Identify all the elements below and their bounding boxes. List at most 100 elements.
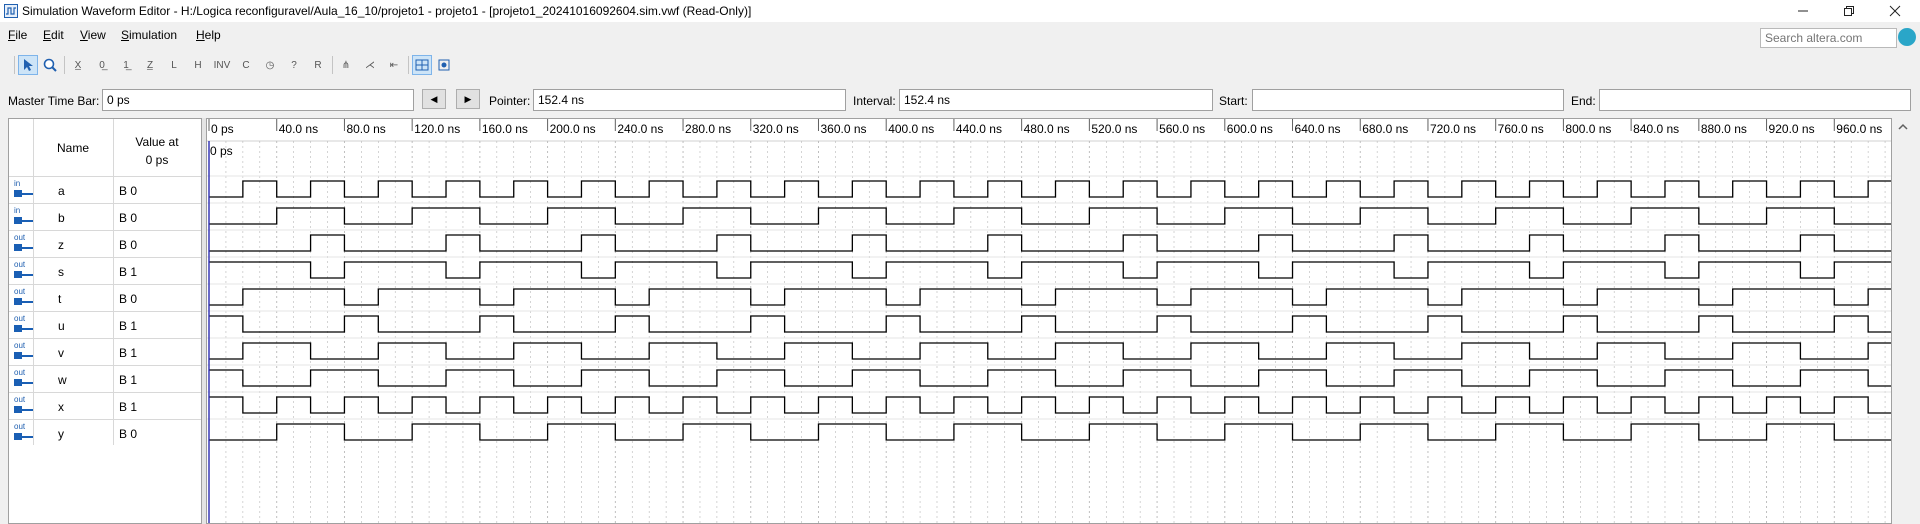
select-tool-icon[interactable] xyxy=(18,55,38,75)
signal-row-y[interactable]: out y B 0 xyxy=(9,419,201,447)
grid-icon[interactable] xyxy=(412,55,432,75)
close-button[interactable] xyxy=(1872,0,1918,22)
window-title: Simulation Waveform Editor - H:/Logica r… xyxy=(22,4,752,18)
expand-icon[interactable]: ⇤ xyxy=(384,55,404,75)
time-tick-label: 80.0 ns xyxy=(346,122,385,136)
time-tick-label: 160.0 ns xyxy=(482,122,528,136)
snap-to-grid-icon[interactable]: ⋔ xyxy=(336,55,356,75)
signal-row-s[interactable]: out s B 1 xyxy=(9,257,201,285)
start-field[interactable] xyxy=(1252,89,1564,111)
pin-direction-label: out xyxy=(14,287,26,296)
menu-file[interactable]: File xyxy=(8,28,27,42)
signal-row-b[interactable]: in b B 0 xyxy=(9,203,201,231)
force-weak-high-icon[interactable]: H xyxy=(188,55,208,75)
signal-row-x[interactable]: out x B 1 xyxy=(9,392,201,420)
signal-name: s xyxy=(58,265,64,279)
waveform-trace-a[interactable] xyxy=(209,180,1891,198)
force-weak-low-icon[interactable]: L xyxy=(164,55,184,75)
vertical-scrollbar[interactable] xyxy=(1894,118,1912,524)
time-tick-label: 480.0 ns xyxy=(1024,122,1070,136)
minimize-button[interactable] xyxy=(1780,0,1826,22)
output-pin-icon: out xyxy=(12,260,34,281)
time-tick-label: 400.0 ns xyxy=(888,122,934,136)
signal-name: w xyxy=(58,373,67,387)
pin-direction-label: out xyxy=(14,314,26,323)
scroll-up-icon[interactable] xyxy=(1894,118,1912,136)
signal-value: B 0 xyxy=(119,184,138,198)
signal-row-z[interactable]: out z B 0 xyxy=(9,230,201,258)
time-tick-label: 440.0 ns xyxy=(956,122,1002,136)
signal-row-t[interactable]: out t B 0 xyxy=(9,284,201,312)
menu-edit[interactable]: Edit xyxy=(43,28,64,42)
waveform-trace-s[interactable] xyxy=(209,261,1891,279)
waveform-trace-u[interactable] xyxy=(209,315,1891,333)
menu-edit-hotkey: E xyxy=(43,28,52,42)
menu-view[interactable]: View xyxy=(80,28,106,42)
menu-bar: File Edit View Simulation Help xyxy=(0,24,1920,48)
clock-icon[interactable]: ◷ xyxy=(260,55,280,75)
pointer-field[interactable]: 152.4 ns xyxy=(533,89,846,111)
restore-button[interactable] xyxy=(1826,0,1872,22)
force-high-impedance-icon[interactable]: Z̲ xyxy=(140,55,160,75)
waveform-trace-x[interactable] xyxy=(209,396,1891,414)
time-tick-label: 640.0 ns xyxy=(1295,122,1341,136)
arbitrary-value-icon[interactable]: R xyxy=(308,55,328,75)
signal-row-w[interactable]: out w B 1 xyxy=(9,365,201,393)
waveform-trace-b[interactable] xyxy=(209,207,1891,225)
waveform-trace-w[interactable] xyxy=(209,369,1891,387)
time-tick-label: 200.0 ns xyxy=(550,122,596,136)
close-icon xyxy=(1889,5,1901,17)
menu-help[interactable]: Help xyxy=(196,28,221,42)
signal-value: B 0 xyxy=(119,238,138,252)
previous-transition-button[interactable]: ◀ xyxy=(422,89,446,109)
signal-name: y xyxy=(58,427,64,441)
menu-simulation-hotkey: S xyxy=(121,28,130,42)
signal-value: B 0 xyxy=(119,427,138,441)
waveform-trace-v[interactable] xyxy=(209,342,1891,360)
toolbar: X̲ 0̲ 1̲ Z̲ L H INV C ◷ ? R ⋔ ⋌ ⇤ xyxy=(0,52,1920,78)
time-tick-label: 600.0 ns xyxy=(1227,122,1273,136)
zoom-tool-icon[interactable] xyxy=(40,55,60,75)
triangle-right-icon: ▶ xyxy=(464,93,472,104)
interval-field[interactable]: 152.4 ns xyxy=(899,89,1213,111)
end-field[interactable] xyxy=(1599,89,1911,111)
master-time-bar-field[interactable]: 0 ps xyxy=(102,89,414,111)
count-value-icon[interactable]: C xyxy=(236,55,256,75)
next-transition-button[interactable]: ▶ xyxy=(456,89,480,109)
toolbar-separator xyxy=(408,56,409,74)
signal-name: v xyxy=(58,346,64,360)
search-input[interactable] xyxy=(1760,28,1897,48)
display-options-icon[interactable] xyxy=(434,55,454,75)
menu-view-label: iew xyxy=(87,28,106,42)
random-icon[interactable]: ? xyxy=(284,55,304,75)
name-column-header: Name xyxy=(57,141,90,155)
force-high-icon[interactable]: 1̲ xyxy=(116,55,136,75)
signal-row-v[interactable]: out v B 1 xyxy=(9,338,201,366)
waveform-trace-y[interactable] xyxy=(209,423,1891,441)
force-unknown-icon[interactable]: X̲ xyxy=(68,55,88,75)
waveform-panel[interactable]: 0 ps 40.0 ns 80.0 ns 120.0 ns 160.0 ns 200.0 … xyxy=(206,118,1892,524)
value-header-line1: Value at xyxy=(135,135,179,149)
invert-icon[interactable]: INV xyxy=(212,55,232,75)
signal-row-u[interactable]: out u B 1 xyxy=(9,311,201,339)
output-pin-icon: out xyxy=(12,395,34,416)
signal-name: a xyxy=(58,184,65,198)
globe-icon[interactable] xyxy=(1898,28,1916,46)
signal-value: B 1 xyxy=(119,400,138,414)
time-tick-label: 760.0 ns xyxy=(1498,122,1544,136)
time-tick-label: 0 ps xyxy=(211,122,234,136)
waveform-canvas[interactable]: 0 ps 40.0 ns 80.0 ns 120.0 ns 160.0 ns 200.0 … xyxy=(207,119,1891,523)
time-tick-label: 120.0 ns xyxy=(414,122,460,136)
master-time-bar-label: Master Time Bar: xyxy=(8,94,100,108)
minimize-icon xyxy=(1798,10,1808,12)
waveform-trace-z[interactable] xyxy=(209,234,1891,252)
force-low-icon[interactable]: 0̲ xyxy=(92,55,112,75)
time-tick-label: 880.0 ns xyxy=(1701,122,1747,136)
signal-row-a[interactable]: in a B 0 xyxy=(9,176,201,204)
time-tick-label: 800.0 ns xyxy=(1565,122,1611,136)
snap-icon[interactable]: ⋌ xyxy=(360,55,380,75)
waveform-trace-t[interactable] xyxy=(209,288,1891,306)
signal-value: B 1 xyxy=(119,319,138,333)
menu-simulation[interactable]: Simulation xyxy=(121,28,177,42)
time-tick-label: 40.0 ns xyxy=(279,122,318,136)
